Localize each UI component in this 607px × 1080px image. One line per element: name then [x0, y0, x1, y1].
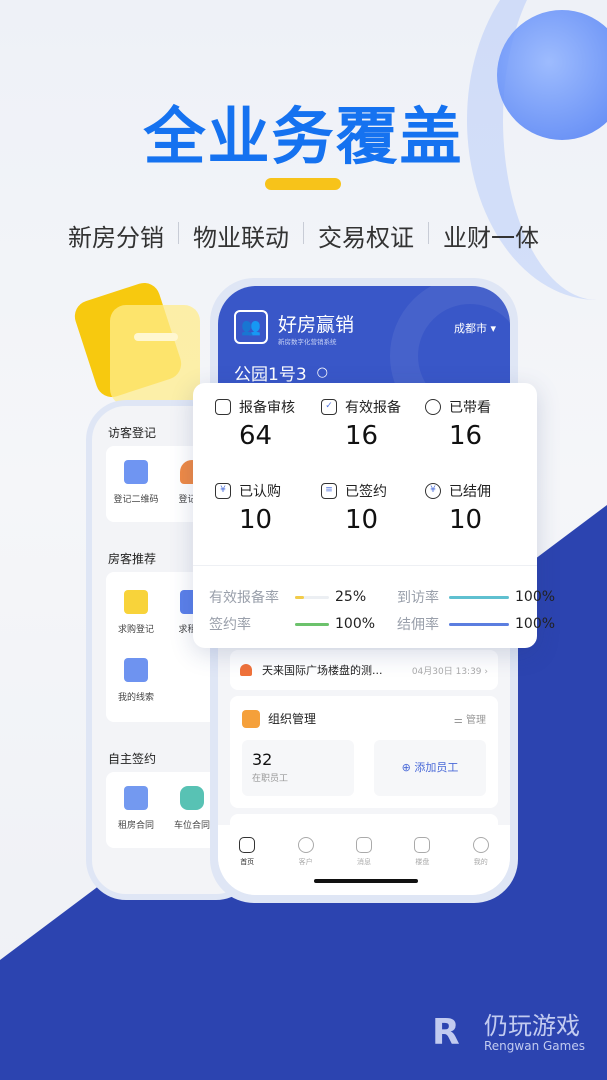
bell-icon: [240, 664, 252, 676]
stat-valid-report[interactable]: ✓ 有效报备 16: [321, 397, 431, 451]
rate-sign: 签约率 100%: [209, 616, 376, 633]
staff-count-box[interactable]: 32 在职员工: [242, 740, 354, 796]
stat-report-review[interactable]: 报备审核 64: [215, 397, 325, 451]
signed-doc-icon: ≡: [321, 483, 337, 499]
divider: [193, 565, 537, 566]
stat-value: 64: [239, 421, 273, 451]
headline-underline: [265, 178, 341, 190]
rate-visit: 到访率 100%: [397, 589, 556, 606]
feature-item: 交易权证: [318, 224, 414, 252]
yen-circle-icon: ¥: [425, 483, 441, 499]
feature-item: 业财一体: [443, 224, 539, 252]
app-logo-icon: 👥: [234, 310, 268, 344]
rent-contract-item[interactable]: 租房合同: [106, 786, 166, 831]
watermark-en: Rengwan Games: [484, 1039, 585, 1053]
staff-count-label: 在职员工: [252, 774, 289, 784]
check-doc-icon: ✓: [321, 399, 337, 415]
city-selector[interactable]: 成都市 ▾: [454, 320, 496, 336]
decor-card-glass: [110, 305, 200, 405]
house-yen-icon: ¥: [215, 483, 231, 499]
org-card: 组织管理 ⚌ 管理 32 在职员工 ⊕ 添加员工: [230, 696, 498, 808]
rate-bar: [449, 622, 509, 626]
house-icon: [124, 590, 148, 614]
tab-mine[interactable]: 我的: [456, 837, 506, 895]
watermark-name: 仍玩游戏: [484, 1012, 580, 1040]
tab-customers[interactable]: 客户: [281, 837, 331, 895]
app-name: 好房赢销: [278, 314, 355, 336]
car-icon: [180, 786, 204, 810]
rate-bar: [295, 622, 329, 626]
rate-commission: 结佣率 100%: [397, 616, 556, 633]
user-stamp-icon: [215, 399, 231, 415]
feature-item: 物业联动: [193, 224, 289, 252]
tab-buildings[interactable]: 楼盘: [397, 837, 447, 895]
home-icon: [239, 837, 256, 853]
smile-icon: [472, 837, 489, 853]
feature-list: 新房分销 物业联动 交易权证 业财一体: [0, 218, 607, 253]
stats-card: 报备审核 64 ✓ 有效报备 16 已带看 16 ¥ 已认购 10 ≡ 已签约 10 ¥ 已结佣 1…: [193, 383, 555, 648]
qr-register-item[interactable]: 登记二维码: [106, 460, 166, 505]
headline: 全业务覆盖: [143, 100, 464, 173]
org-title: 组织管理: [268, 712, 317, 726]
tab-messages[interactable]: 消息: [339, 837, 389, 895]
section-title: 房客推荐: [108, 552, 157, 566]
home-indicator: [314, 879, 418, 883]
tab-home[interactable]: 首页: [222, 837, 272, 895]
notice-bar[interactable]: 天来国际广场楼盘的测... 04月30日 13:39 ›: [230, 650, 498, 690]
project-name: 公园1号3: [234, 365, 307, 385]
search-icon[interactable]: ○: [317, 365, 328, 380]
add-staff-button[interactable]: ⊕ 添加员工: [374, 740, 486, 796]
buy-register-item[interactable]: 求购登记: [106, 590, 166, 635]
section-title: 自主签约: [108, 752, 157, 766]
section-title: 访客登记: [108, 426, 157, 440]
stat-commission[interactable]: ¥ 已结佣 10: [425, 481, 535, 535]
staff-count: 32: [252, 750, 273, 769]
notice-time: 04月30日 13:39 ›: [411, 666, 488, 677]
my-leads-item[interactable]: 我的线索: [106, 658, 166, 703]
app-subtitle: 新房数字化营销系统: [278, 338, 337, 346]
watermark: R 仍玩游戏 Rengwan Games: [432, 1012, 585, 1054]
rate-bar: [449, 595, 509, 599]
certificate-icon: [124, 786, 148, 810]
rengwan-logo-icon: R: [432, 1012, 460, 1053]
message-icon: [355, 837, 372, 853]
stat-value: 16: [345, 421, 379, 451]
notice-text: 天来国际广场楼盘的测...: [262, 664, 383, 677]
building-icon: [414, 837, 431, 853]
rate-bar: [295, 595, 329, 599]
qr-code-icon: [124, 460, 148, 484]
project-selector[interactable]: 公园1号3 ○: [234, 360, 328, 385]
stat-subscribed[interactable]: ¥ 已认购 10: [215, 481, 325, 535]
org-icon: [242, 710, 260, 728]
users-icon: [425, 399, 441, 415]
feature-item: 新房分销: [68, 224, 164, 252]
stat-signed[interactable]: ≡ 已签约 10: [321, 481, 431, 535]
stat-value: 16: [449, 421, 483, 451]
stat-value: 10: [239, 505, 273, 535]
stat-value: 10: [449, 505, 483, 535]
rate-valid-report: 有效报备率 25%: [209, 589, 367, 606]
user-icon: [297, 837, 314, 853]
tab-bar: 首页 客户 消息 楼盘 我的: [218, 825, 510, 895]
manage-button[interactable]: ⚌ 管理: [454, 711, 486, 726]
stat-value: 10: [345, 505, 379, 535]
stat-visited[interactable]: 已带看 16: [425, 397, 535, 451]
folder-star-icon: [124, 658, 148, 682]
sliders-icon: ⚌: [453, 715, 466, 726]
